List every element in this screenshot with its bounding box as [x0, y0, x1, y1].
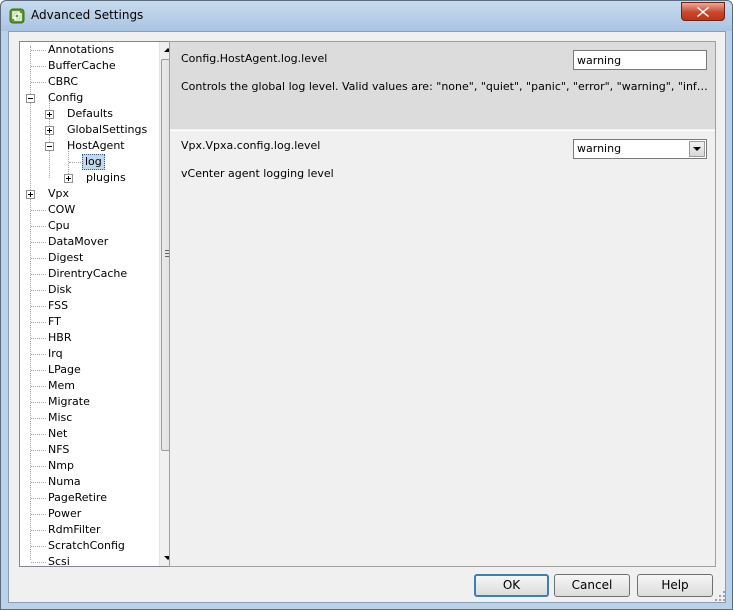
tree-item-label: ScratchConfig: [48, 539, 125, 552]
tree-item-label: PageRetire: [48, 491, 107, 504]
vpxa-log-level-select[interactable]: warning: [573, 139, 707, 159]
tree-item-pageretire[interactable]: PageRetire: [20, 490, 158, 506]
tree-item-lpage[interactable]: LPage: [20, 362, 158, 378]
resize-grip-icon[interactable]: [714, 590, 726, 602]
tree-item-label: Migrate: [48, 395, 90, 408]
tree-item-label: Config: [48, 91, 84, 104]
cancel-button[interactable]: Cancel: [554, 574, 630, 597]
tree-item-rdmfilter[interactable]: RdmFilter: [20, 522, 158, 538]
chevron-down-icon: [693, 147, 701, 151]
tree-item-config[interactable]: Config: [20, 90, 158, 106]
tree-item-label-selected: log: [82, 154, 105, 170]
tree-item-label: Scsi: [48, 555, 70, 567]
tree-item-label: Digest: [48, 251, 84, 264]
tree-item-label: FSS: [48, 299, 69, 312]
expand-icon[interactable]: [64, 174, 73, 183]
tree-item-label: DataMover: [48, 235, 109, 248]
tree-item-label: Numa: [48, 475, 81, 488]
tree-item-label: Disk: [48, 283, 72, 296]
setting-row-vpxa-log-level[interactable]: Vpx.Vpxa.config.log.level warning vCente…: [170, 130, 715, 566]
tree-item-defaults[interactable]: Defaults: [20, 106, 158, 122]
vsphere-app-icon: [9, 8, 25, 24]
tree-item-label: GlobalSettings: [67, 123, 148, 136]
tree-item-log[interactable]: log: [20, 154, 158, 170]
select-value: warning: [577, 142, 622, 155]
tree-item-cow[interactable]: COW: [20, 202, 158, 218]
setting-description: Controls the global log level. Valid val…: [181, 80, 709, 93]
tree-item-power[interactable]: Power: [20, 506, 158, 522]
expand-icon[interactable]: [45, 126, 54, 135]
tree-item-label: DirentryCache: [48, 267, 128, 280]
tree-item-direntrycache[interactable]: DirentryCache: [20, 266, 158, 282]
tree-item-label: Cpu: [48, 219, 70, 232]
tree-item-disk[interactable]: Disk: [20, 282, 158, 298]
setting-name: Vpx.Vpxa.config.log.level: [181, 139, 321, 152]
tree-item-label: plugins: [86, 171, 126, 184]
tree-item-mem[interactable]: Mem: [20, 378, 158, 394]
tree-item-scratchconfig[interactable]: ScratchConfig: [20, 538, 158, 554]
hostagent-log-level-input[interactable]: [573, 50, 707, 70]
advanced-settings-window: Advanced Settings Annotations BufferCach…: [0, 0, 733, 610]
collapse-icon[interactable]: [45, 142, 54, 151]
collapse-icon[interactable]: [26, 94, 35, 103]
tree-item-label: Mem: [48, 379, 75, 392]
tree-item-irq[interactable]: Irq: [20, 346, 158, 362]
tree-item-buffercache[interactable]: BufferCache: [20, 58, 158, 74]
tree-item-vpx[interactable]: Vpx: [20, 186, 158, 202]
tree-item-label: NFS: [48, 443, 70, 456]
tree-item-hbr[interactable]: HBR: [20, 330, 158, 346]
window-title: Advanced Settings: [31, 8, 144, 22]
tree-item-label: FT: [48, 315, 61, 328]
setting-row-hostagent-log-level[interactable]: Config.HostAgent.log.level Controls the …: [170, 42, 715, 129]
expand-icon[interactable]: [26, 190, 35, 199]
tree-item-label: HBR: [48, 331, 72, 344]
tree-item-label: Vpx: [48, 187, 70, 200]
tree-item-label: Annotations: [48, 43, 115, 56]
tree-item-plugins[interactable]: plugins: [20, 170, 158, 186]
close-button[interactable]: [681, 2, 725, 21]
setting-description: vCenter agent logging level: [181, 167, 334, 180]
tree-item-label: Irq: [48, 347, 63, 360]
tree-item-label: Net: [48, 427, 68, 440]
dialog-body: Annotations BufferCache CBRC Config Defa…: [8, 31, 726, 603]
tree-item-label: CBRC: [48, 75, 79, 88]
tree-item-net[interactable]: Net: [20, 426, 158, 442]
setting-name: Config.HostAgent.log.level: [181, 52, 328, 65]
tree-item-digest[interactable]: Digest: [20, 250, 158, 266]
tree-item-fss[interactable]: FSS: [20, 298, 158, 314]
tree-item-cpu[interactable]: Cpu: [20, 218, 158, 234]
tree-item-label: Nmp: [48, 459, 74, 472]
settings-tree[interactable]: Annotations BufferCache CBRC Config Defa…: [19, 41, 175, 567]
expand-icon[interactable]: [45, 110, 54, 119]
tree-item-datamover[interactable]: DataMover: [20, 234, 158, 250]
tree-item-label: BufferCache: [48, 59, 116, 72]
tree-item-cbrc[interactable]: CBRC: [20, 74, 158, 90]
tree-item-nmp[interactable]: Nmp: [20, 458, 158, 474]
tree-item-annotations[interactable]: Annotations: [20, 42, 158, 58]
tree-item-label: COW: [48, 203, 76, 216]
tree-item-label: HostAgent: [67, 139, 125, 152]
tree-item-label: Power: [48, 507, 82, 520]
tree-item-nfs[interactable]: NFS: [20, 442, 158, 458]
tree-item-globalsettings[interactable]: GlobalSettings: [20, 122, 158, 138]
tree-item-label: RdmFilter: [48, 523, 101, 536]
settings-list: Config.HostAgent.log.level Controls the …: [169, 41, 716, 567]
help-button[interactable]: Help: [637, 574, 713, 597]
tree-item-scsi[interactable]: Scsi: [20, 554, 158, 567]
tree-item-misc[interactable]: Misc: [20, 410, 158, 426]
close-icon: [697, 7, 709, 17]
tree-item-hostagent[interactable]: HostAgent: [20, 138, 158, 154]
ok-button[interactable]: OK: [474, 574, 549, 597]
tree-item-migrate[interactable]: Migrate: [20, 394, 158, 410]
tree-item-ft[interactable]: FT: [20, 314, 158, 330]
title-bar[interactable]: Advanced Settings: [1, 1, 732, 31]
dropdown-button[interactable]: [689, 141, 705, 157]
tree-item-label: Defaults: [67, 107, 113, 120]
tree-item-label: Misc: [48, 411, 73, 424]
tree-item-numa[interactable]: Numa: [20, 474, 158, 490]
tree-item-label: LPage: [48, 363, 81, 376]
